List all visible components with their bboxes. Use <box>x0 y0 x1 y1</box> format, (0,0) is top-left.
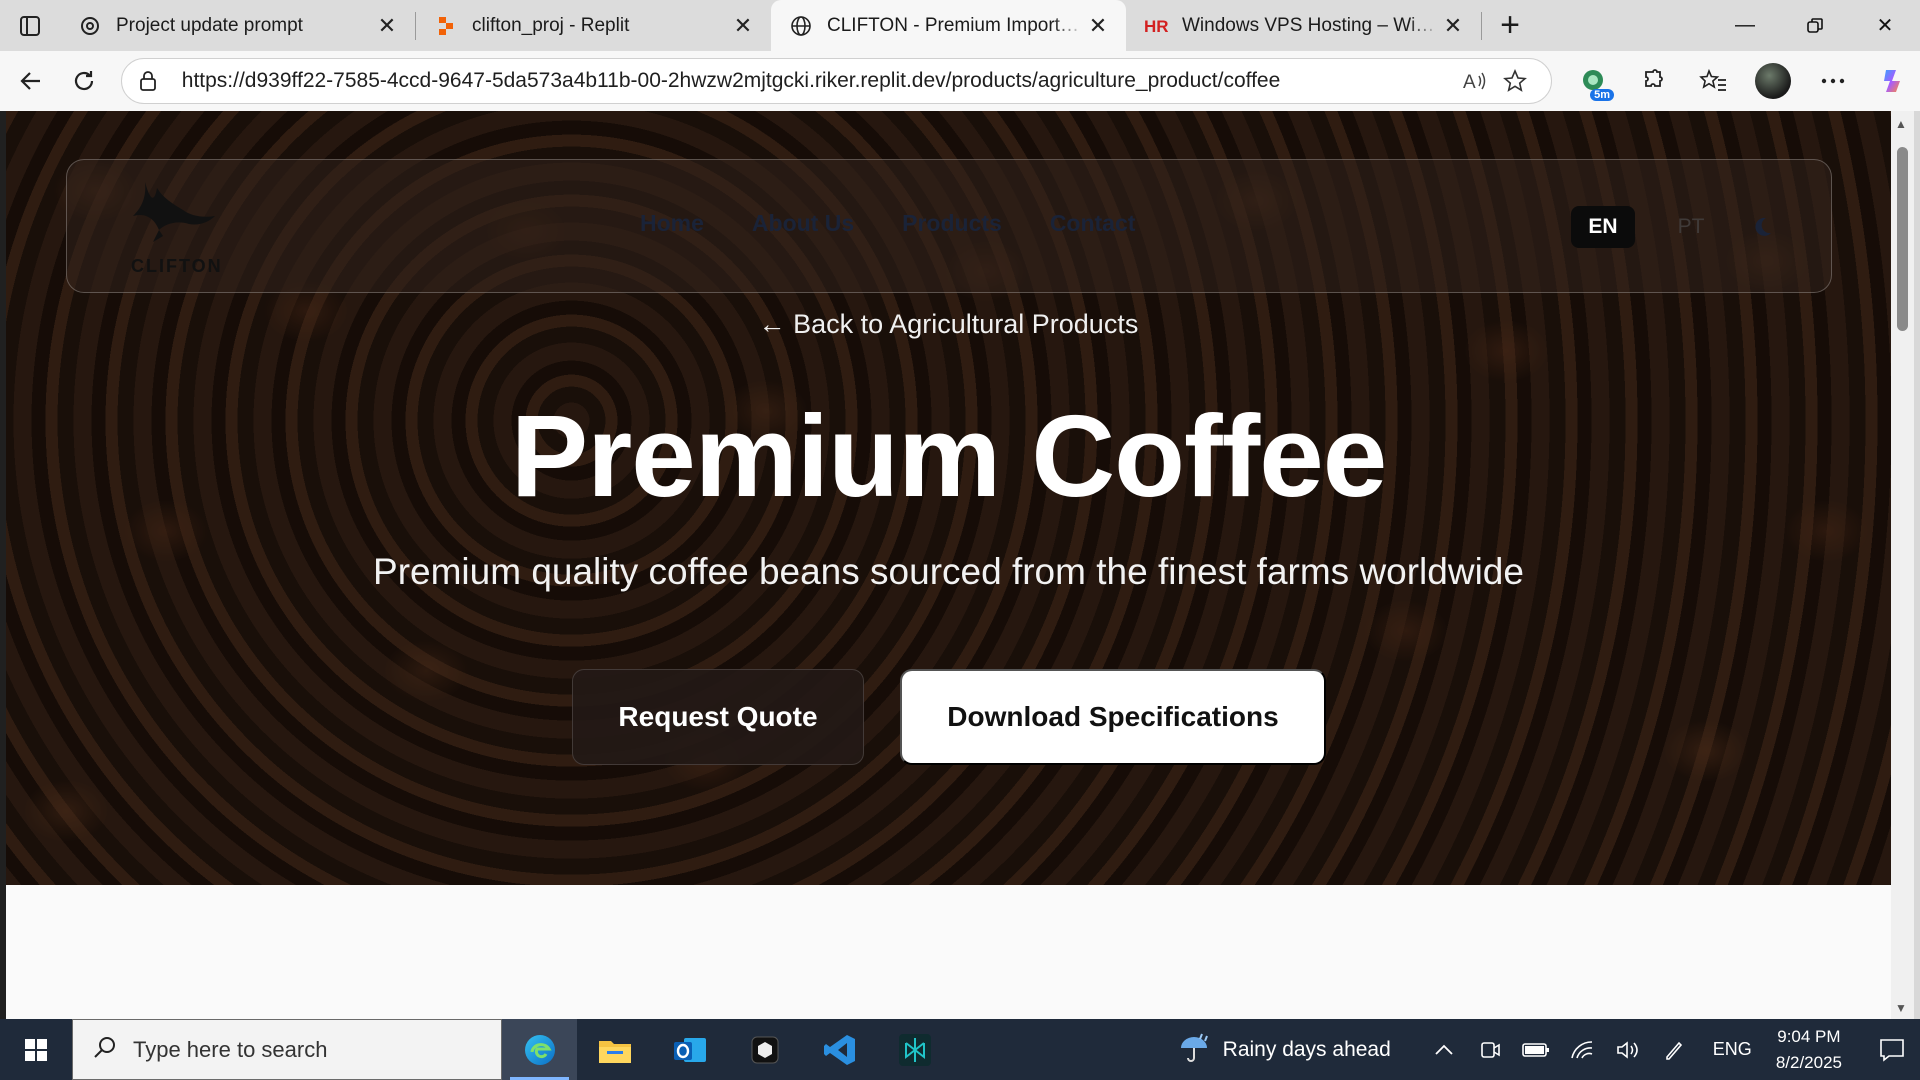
taskbar-cube-app-icon[interactable] <box>727 1019 802 1080</box>
windows-start-icon[interactable] <box>0 1019 72 1080</box>
extensions-puzzle-icon[interactable] <box>1626 58 1680 104</box>
search-icon <box>93 1035 117 1064</box>
address-bar[interactable]: https://d939ff22-7585-4ccd-9647-5da573a4… <box>120 58 1552 104</box>
browser-tabstrip: Project update prompt ✕ clifton_proj - R… <box>0 0 1920 51</box>
language-pt-button[interactable]: PT <box>1659 206 1723 248</box>
input-language[interactable]: ENG <box>1713 1039 1752 1060</box>
hr-icon: HR <box>1144 14 1168 38</box>
nav-contact[interactable]: Contact <box>1050 210 1136 237</box>
weather-text: Rainy days ahead <box>1222 1037 1391 1061</box>
nav-links: Home About Us Products Contact <box>640 210 1135 237</box>
volume-icon[interactable] <box>1605 1019 1651 1080</box>
tab-actions-icon[interactable] <box>0 0 60 51</box>
close-window-icon[interactable]: ✕ <box>1850 0 1920 51</box>
download-specifications-button[interactable]: Download Specifications <box>900 669 1326 765</box>
new-tab-button[interactable]: + <box>1482 0 1538 51</box>
clock-date: 8/2/2025 <box>1775 1052 1842 1072</box>
system-clock[interactable]: 9:04 PM 8/2/2025 <box>1776 1024 1842 1076</box>
back-arrow-icon[interactable] <box>8 58 53 104</box>
chatgpt-icon <box>78 14 102 38</box>
umbrella-rain-icon <box>1177 1030 1211 1070</box>
toolbar-actions: 5m <box>1566 58 1920 104</box>
taskbar-search[interactable]: Type here to search <box>72 1019 502 1080</box>
taskbar-vscode-icon[interactable] <box>802 1019 877 1080</box>
search-placeholder: Type here to search <box>133 1036 328 1062</box>
logo-wordmark: CLIFTON <box>131 256 223 276</box>
favorites-list-icon[interactable] <box>1686 58 1740 104</box>
system-tray: Rainy days ahead ENG 9:04 PM 8/2/2025 <box>1177 1019 1920 1080</box>
moon-icon[interactable] <box>1739 204 1785 250</box>
favorite-star-icon[interactable] <box>1495 69 1535 93</box>
close-icon[interactable]: ✕ <box>729 12 757 40</box>
taskbar-edge-icon[interactable] <box>502 1019 577 1080</box>
close-icon[interactable]: ✕ <box>1084 12 1112 40</box>
taskbar-outlook-icon[interactable] <box>652 1019 727 1080</box>
extension-badge: 5m <box>1590 89 1614 101</box>
tab-windows-vps[interactable]: HR Windows VPS Hosting – Windows ✕ <box>1126 0 1481 51</box>
restore-icon[interactable] <box>1780 0 1850 51</box>
hero-section: CLIFTON Home About Us Products Contact E… <box>6 111 1891 885</box>
nav-home[interactable]: Home <box>640 210 704 237</box>
extension-timer-icon[interactable]: 5m <box>1566 58 1620 104</box>
pen-icon[interactable] <box>1651 1019 1697 1080</box>
language-en-button[interactable]: EN <box>1571 206 1635 248</box>
chevron-up-icon[interactable] <box>1421 1019 1467 1080</box>
tab-title: clifton_proj - Replit <box>472 14 630 36</box>
globe-icon <box>789 14 813 38</box>
minimize-icon[interactable]: — <box>1710 0 1780 51</box>
tab-title: Project update prompt <box>116 14 303 36</box>
nav-products[interactable]: Products <box>902 210 1002 237</box>
tab-title: Windows VPS Hosting – Windows <box>1182 14 1439 36</box>
scroll-down-arrow-icon[interactable]: ▼ <box>1895 1001 1907 1015</box>
browser-toolbar: https://d939ff22-7585-4ccd-9647-5da573a4… <box>0 51 1920 111</box>
svg-text:A: A <box>1463 72 1476 92</box>
page-scrollbar[interactable]: ▲ ▼ <box>1891 111 1914 1019</box>
close-icon[interactable]: ✕ <box>1439 12 1467 40</box>
site-navbar: CLIFTON Home About Us Products Contact E… <box>66 159 1832 293</box>
scroll-up-arrow-icon[interactable]: ▲ <box>1895 117 1907 131</box>
lock-icon[interactable] <box>138 70 162 92</box>
weather-widget[interactable]: Rainy days ahead <box>1177 1030 1391 1070</box>
taskbar-file-explorer-icon[interactable] <box>577 1019 652 1080</box>
wifi-icon[interactable] <box>1559 1019 1605 1080</box>
more-options-icon[interactable] <box>1806 58 1860 104</box>
clock-time: 9:04 PM <box>1777 1026 1841 1046</box>
request-quote-button[interactable]: Request Quote <box>572 669 864 765</box>
svg-text:HR: HR <box>1144 17 1168 36</box>
close-icon[interactable]: ✕ <box>373 12 401 40</box>
taskbar-perplexity-icon[interactable] <box>877 1019 952 1080</box>
windows-taskbar: Type here to search Rainy days ahead ENG… <box>0 1019 1920 1080</box>
tab-project-update[interactable]: Project update prompt ✕ <box>60 0 415 51</box>
back-to-agricultural-link[interactable]: ← Back to Agricultural Products <box>6 309 1891 340</box>
nav-about-us[interactable]: About Us <box>752 210 854 237</box>
scroll-thumb[interactable] <box>1897 147 1908 331</box>
url-text[interactable]: https://d939ff22-7585-4ccd-9647-5da573a4… <box>182 69 1455 93</box>
copilot-icon[interactable] <box>1866 58 1920 104</box>
window-edge <box>1914 111 1920 1019</box>
replit-icon <box>434 14 458 38</box>
page-subtitle: Premium quality coffee beans sourced fro… <box>373 551 1524 592</box>
refresh-icon[interactable] <box>61 58 106 104</box>
profile-avatar[interactable] <box>1746 58 1800 104</box>
read-aloud-icon[interactable]: A <box>1455 70 1495 92</box>
meet-now-icon[interactable] <box>1467 1019 1513 1080</box>
page-title: Premium Coffee <box>510 391 1388 521</box>
tab-clifton[interactable]: CLIFTON - Premium Import Export ✕ <box>771 0 1126 51</box>
page-viewport: CLIFTON Home About Us Products Contact E… <box>6 111 1891 1019</box>
tab-title: CLIFTON - Premium Import Export <box>827 14 1084 36</box>
window-controls: — ✕ <box>1710 0 1920 51</box>
tab-replit[interactable]: clifton_proj - Replit ✕ <box>416 0 771 51</box>
battery-icon[interactable] <box>1513 1019 1559 1080</box>
notification-icon[interactable] <box>1864 1019 1920 1080</box>
